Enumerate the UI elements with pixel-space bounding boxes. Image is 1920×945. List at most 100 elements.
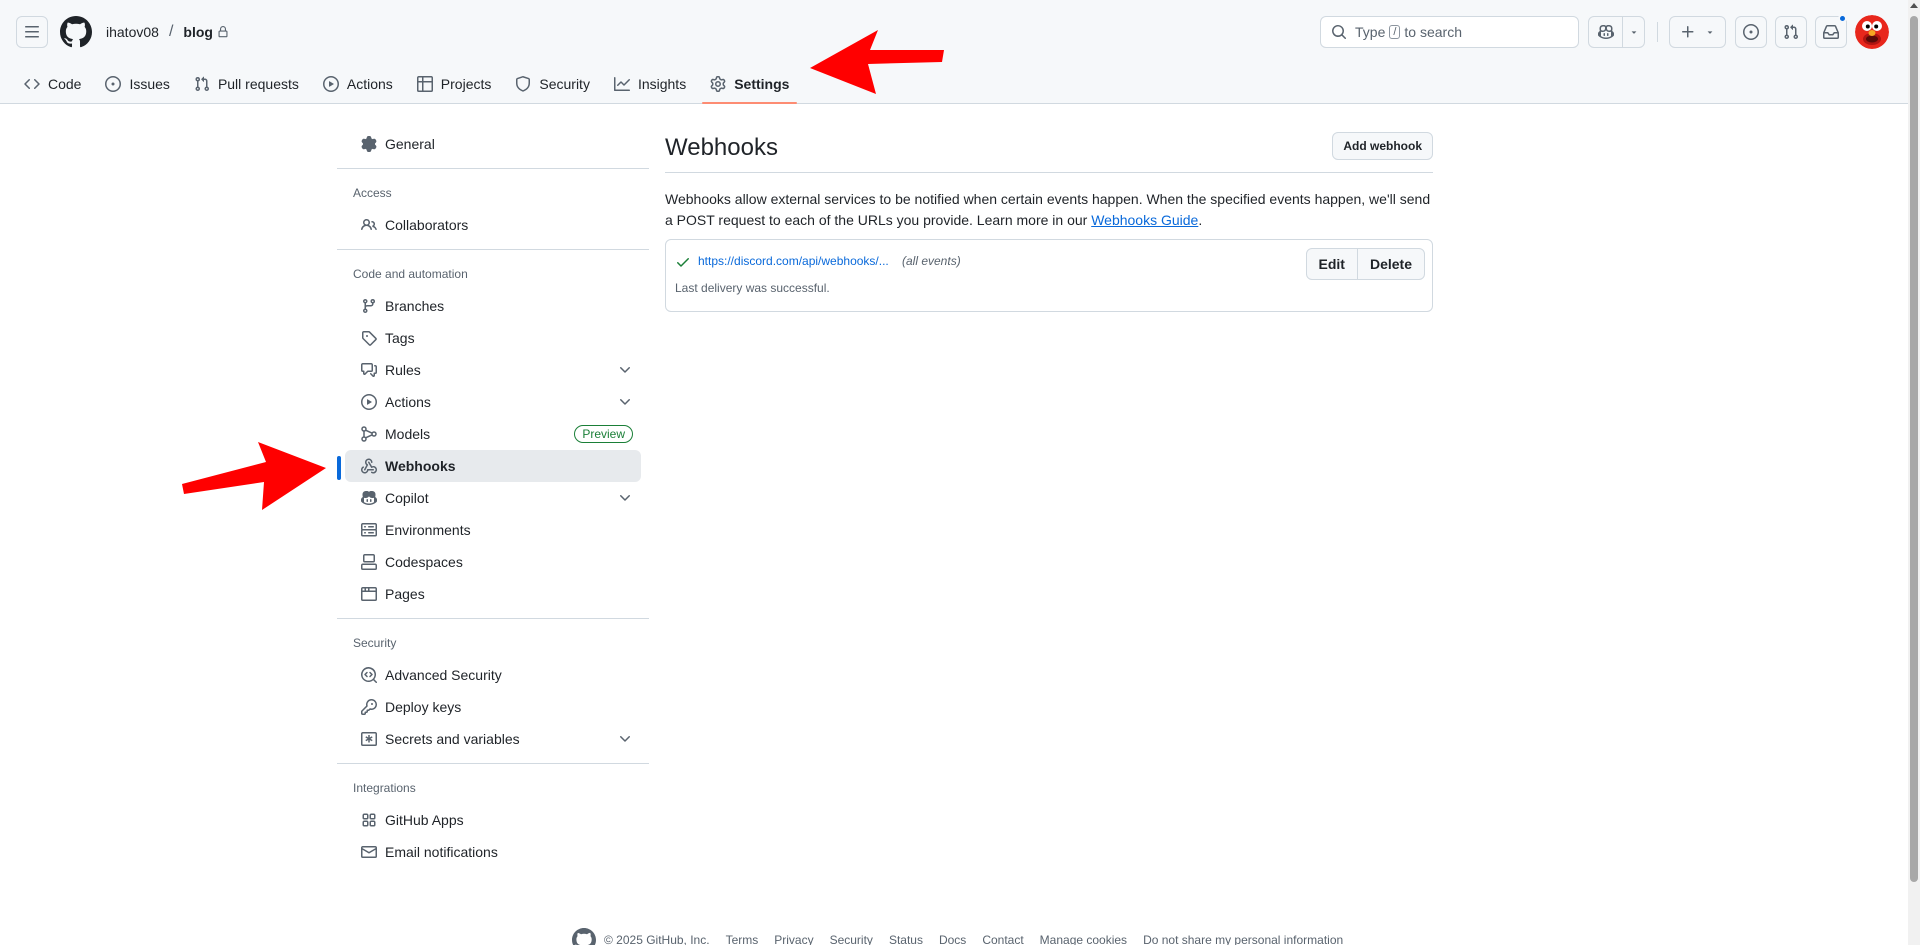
sidebar-item-advanced-security[interactable]: Advanced Security: [345, 659, 641, 691]
copilot-main-button[interactable]: [1589, 17, 1623, 47]
copilot-icon: [361, 490, 377, 506]
play-icon: [322, 76, 339, 92]
sidebar-item-codespaces[interactable]: Codespaces: [345, 546, 641, 578]
sidebar-divider: [337, 763, 649, 764]
copilot-dropdown-button[interactable]: [1623, 17, 1644, 47]
webhook-url-link[interactable]: https://discord.com/api/webhooks/...: [698, 254, 889, 268]
server-icon: [361, 523, 377, 537]
chevron-down-icon[interactable]: [617, 490, 633, 506]
settings-sidebar: General Access Collaborators Code and au…: [337, 128, 649, 868]
repo-rules-icon: [361, 363, 377, 377]
add-webhook-button[interactable]: Add webhook: [1332, 132, 1433, 160]
graph-icon: [613, 77, 630, 91]
footer-link-manage-cookies[interactable]: Manage cookies: [1040, 933, 1127, 945]
app-header: ihatov08 / blog Type / to search Code Is…: [0, 0, 1908, 104]
avatar[interactable]: [1855, 15, 1889, 49]
footer-link-contact[interactable]: Contact: [982, 933, 1023, 945]
check-icon: [677, 258, 689, 267]
scrollbar-thumb[interactable]: [1910, 16, 1918, 882]
footer-link-security[interactable]: Security: [830, 933, 873, 945]
breadcrumb-separator: /: [168, 23, 174, 40]
sidebar-item-rules[interactable]: Rules: [345, 354, 641, 386]
play-icon: [361, 394, 377, 410]
footer-link-status[interactable]: Status: [889, 933, 923, 945]
preview-badge: Preview: [574, 425, 633, 443]
webhooks-guide-link[interactable]: Webhooks Guide: [1091, 212, 1198, 228]
chevron-down-icon[interactable]: [617, 394, 633, 410]
tab-code[interactable]: Code: [16, 64, 89, 104]
tab-label: Code: [48, 76, 82, 92]
tab-projects[interactable]: Projects: [409, 64, 500, 104]
sidebar-item-collaborators[interactable]: Collaborators: [345, 209, 641, 241]
chevron-down-icon[interactable]: [617, 362, 633, 378]
tab-insights[interactable]: Insights: [606, 64, 694, 104]
page-header: Webhooks Add webhook: [665, 128, 1433, 173]
tab-label: Insights: [637, 76, 687, 92]
issues-button[interactable]: [1735, 16, 1767, 48]
footer-copyright: © 2025 GitHub, Inc.: [604, 933, 710, 945]
sidebar-item-models[interactable]: Models Preview: [345, 418, 641, 450]
sidebar-item-webhooks[interactable]: Webhooks: [337, 450, 641, 482]
sidebar-item-label: Pages: [385, 586, 425, 602]
sidebar-item-pages[interactable]: Pages: [345, 578, 641, 610]
sidebar-item-label: Branches: [385, 298, 445, 314]
triangle-down-icon: [1631, 31, 1636, 34]
sidebar-item-branches[interactable]: Branches: [345, 290, 641, 322]
sidebar-item-label: Copilot: [385, 490, 429, 506]
github-logo-icon[interactable]: [572, 928, 596, 945]
sidebar-item-github-apps[interactable]: GitHub Apps: [345, 804, 641, 836]
git-pull-request-icon: [195, 76, 209, 92]
apps-icon: [362, 813, 376, 827]
chevron-down-icon[interactable]: [617, 731, 633, 747]
shield-icon: [516, 76, 531, 92]
footer-link-docs[interactable]: Docs: [939, 933, 966, 945]
delete-button[interactable]: Delete: [1356, 249, 1424, 279]
sidebar-item-actions[interactable]: Actions: [345, 386, 641, 418]
sidebar-item-environments[interactable]: Environments: [345, 514, 641, 546]
edit-button[interactable]: Edit: [1307, 249, 1357, 279]
sidebar-item-secrets[interactable]: Secrets and variables: [345, 723, 641, 755]
avatar-image-icon: [1855, 15, 1889, 49]
search-icon: [1332, 25, 1347, 40]
sidebar-item-copilot[interactable]: Copilot: [345, 482, 641, 514]
code-icon: [24, 78, 40, 90]
menu-button[interactable]: [16, 16, 48, 48]
breadcrumb-repo-link[interactable]: blog: [183, 24, 213, 40]
pull-requests-button[interactable]: [1775, 16, 1807, 48]
tab-actions[interactable]: Actions: [315, 64, 401, 104]
sidebar-item-email-notifications[interactable]: Email notifications: [345, 836, 641, 868]
notification-indicator: [1838, 14, 1847, 23]
search-prefix-text: Type: [1355, 24, 1386, 40]
tab-pull-requests[interactable]: Pull requests: [186, 64, 307, 104]
sidebar-item-tags[interactable]: Tags: [345, 322, 641, 354]
sidebar-item-label: Advanced Security: [385, 667, 502, 683]
tab-settings[interactable]: Settings: [702, 64, 798, 104]
ai-model-icon: [361, 426, 377, 442]
footer-link-do-not-share[interactable]: Do not share my personal information: [1143, 933, 1343, 945]
sidebar-item-label: General: [385, 136, 435, 152]
create-new-button[interactable]: [1669, 16, 1726, 48]
breadcrumb-owner-link[interactable]: ihatov08: [106, 24, 159, 40]
footer-link-privacy[interactable]: Privacy: [774, 933, 813, 945]
sidebar-item-general[interactable]: General: [345, 128, 641, 160]
inbox-icon: [1823, 25, 1839, 39]
scroll-up-arrow-icon[interactable]: [1910, 3, 1918, 8]
codescan-icon: [361, 667, 377, 683]
webhook-icon: [361, 458, 377, 474]
tab-security[interactable]: Security: [507, 64, 598, 104]
sidebar-item-deploy-keys[interactable]: Deploy keys: [345, 691, 641, 723]
description-end: .: [1198, 212, 1203, 228]
footer-link-terms[interactable]: Terms: [726, 933, 759, 945]
copilot-button[interactable]: [1588, 16, 1645, 48]
tab-issues[interactable]: Issues: [97, 64, 177, 104]
copilot-icon: [1597, 24, 1614, 40]
header-divider: [1657, 22, 1658, 42]
sidebar-item-label: Deploy keys: [385, 699, 462, 715]
search-input[interactable]: Type / to search: [1320, 16, 1579, 48]
tab-label: Pull requests: [217, 76, 299, 92]
sidebar-item-label: Models: [385, 426, 431, 442]
hamburger-icon: [25, 26, 39, 38]
sidebar-item-label: Environments: [385, 522, 471, 538]
github-logo-icon[interactable]: [60, 16, 92, 48]
sidebar-group-access: Access: [353, 186, 392, 200]
